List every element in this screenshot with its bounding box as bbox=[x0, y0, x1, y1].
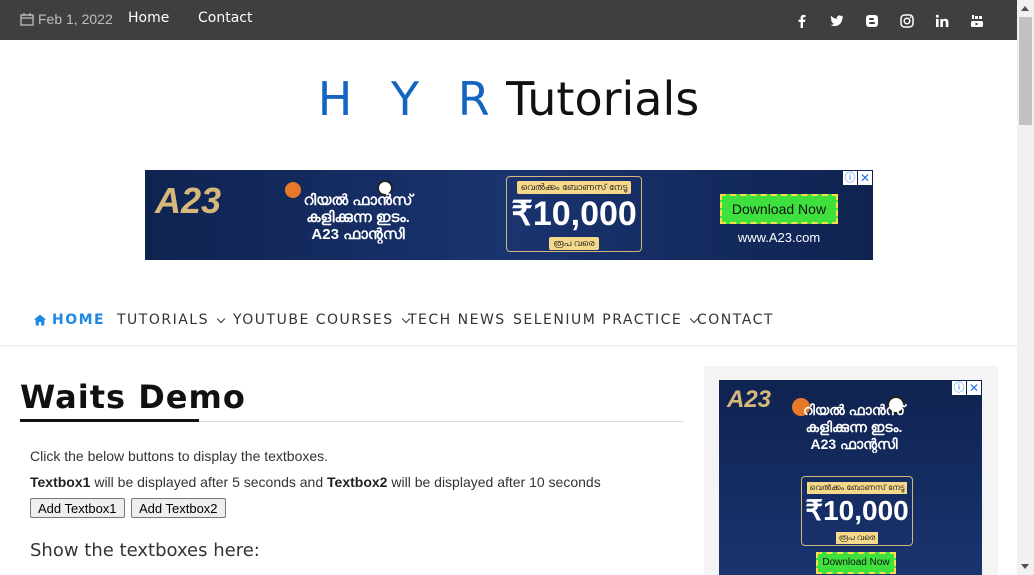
sidebar-ad-bonus-box: വെൽക്കം ബോണസ് നേടൂ ₹10,000 രൂപ വരെ bbox=[801, 476, 913, 546]
logo-part-tutorials: Tutorials bbox=[506, 72, 700, 126]
ad-tagline-line2: കളിക്കുന്ന ഇടം. bbox=[306, 209, 410, 226]
ad-bonus-suffix: രൂപ വരെ bbox=[549, 237, 599, 250]
title-underline bbox=[20, 419, 199, 422]
nav-item-youtube-courses[interactable]: YOUTUBE COURSES bbox=[233, 312, 410, 328]
main-nav: HOME TUTORIALS YOUTUBE COURSES TECH NEWS… bbox=[0, 296, 1017, 346]
timing-note-mid: will be displayed after 5 seconds and bbox=[90, 474, 328, 490]
facebook-icon[interactable] bbox=[784, 12, 819, 30]
site-logo[interactable]: H Y R Tutorials bbox=[0, 72, 1017, 126]
blogger-icon[interactable] bbox=[854, 12, 889, 30]
scroll-up-arrow-icon[interactable] bbox=[1021, 6, 1029, 11]
scrollbar-thumb[interactable] bbox=[1019, 17, 1032, 125]
sidebar-ad-bonus-amount: ₹10,000 bbox=[805, 495, 909, 526]
sidebar-ad-tagline-line1: റിയൽ ഫാൻസ് bbox=[803, 402, 905, 418]
ad-bonus-amount: ₹10,000 bbox=[511, 195, 637, 233]
nav-item-home-label: HOME bbox=[52, 312, 106, 328]
social-links bbox=[784, 12, 994, 30]
ad-tagline-line3: A23 ഫാന്റസി bbox=[311, 226, 405, 243]
nav-item-contact-label: CONTACT bbox=[697, 312, 774, 328]
nav-item-selenium-practice-label: SELENIUM PRACTICE bbox=[513, 312, 683, 328]
linkedin-icon[interactable] bbox=[924, 12, 959, 30]
sidebar-ad-close-icon[interactable]: ✕ bbox=[967, 381, 981, 395]
nav-item-contact[interactable]: CONTACT bbox=[697, 312, 774, 328]
sidebar-ad-bonus-label: വെൽക്കം ബോണസ് നേടൂ bbox=[806, 482, 908, 494]
add-textbox1-button[interactable]: Add Textbox1 bbox=[30, 498, 125, 518]
nav-item-tutorials-label: TUTORIALS bbox=[117, 312, 209, 328]
page-scrollbar[interactable] bbox=[1017, 0, 1034, 575]
date-text: Feb 1, 2022 bbox=[38, 11, 113, 27]
top-link-contact[interactable]: Contact bbox=[198, 10, 252, 26]
nav-item-tutorials[interactable]: TUTORIALS bbox=[117, 312, 226, 328]
ad-download-button[interactable]: Download Now bbox=[720, 194, 838, 224]
textbox2-label: Textbox2 bbox=[327, 474, 388, 490]
home-icon bbox=[33, 314, 47, 326]
top-link-home[interactable]: Home bbox=[128, 10, 169, 26]
ad-tagline: റിയൽ ഫാൻസ് കളിക്കുന്ന ഇടം. A23 ഫാന്റസി bbox=[293, 192, 423, 243]
nav-item-selenium-practice[interactable]: SELENIUM PRACTICE bbox=[513, 312, 699, 328]
timing-note: Textbox1 will be displayed after 5 secon… bbox=[30, 474, 601, 490]
nav-item-home[interactable]: HOME bbox=[33, 312, 105, 328]
top-bar: Feb 1, 2022 Home Contact bbox=[0, 0, 1034, 40]
banner-ad[interactable]: A23 റിയൽ ഫാൻസ് കളിക്കുന്ന ഇടം. A23 ഫാന്റ… bbox=[145, 170, 873, 260]
ad-bonus-box: വെൽക്കം ബോണസ് നേടൂ ₹10,000 രൂപ വരെ bbox=[506, 176, 642, 252]
twitter-icon[interactable] bbox=[819, 12, 854, 30]
nav-item-tech-news[interactable]: TECH NEWS bbox=[408, 312, 506, 328]
sidebar-ad-bonus-suffix: രൂപ വരെ bbox=[835, 532, 879, 544]
sidebar-ad[interactable]: A23 റിയൽ ഫാൻസ് കളിക്കുന്ന ഇടം. A23 ഫാന്റ… bbox=[719, 380, 982, 575]
calendar-icon bbox=[20, 13, 34, 26]
timing-note-end: will be displayed after 10 seconds bbox=[387, 474, 601, 490]
textbox-area-label: Show the textboxes here: bbox=[30, 540, 260, 561]
sidebar-ad-info-icon[interactable]: ⓘ bbox=[952, 381, 966, 395]
ad-url: www.A23.com bbox=[737, 230, 821, 245]
textbox1-label: Textbox1 bbox=[30, 474, 91, 490]
sidebar-ad-tagline-line3: A23 ഫാന്റസി bbox=[810, 436, 898, 452]
add-textbox2-button[interactable]: Add Textbox2 bbox=[131, 498, 226, 518]
logo-part-hyr: H Y R bbox=[317, 72, 502, 126]
sidebar-ad-tagline-line2: കളിക്കുന്ന ഇടം. bbox=[805, 419, 903, 435]
sidebar-ad-tagline: റിയൽ ഫാൻസ് കളിക്കുന്ന ഇടം. A23 ഫാന്റസി bbox=[779, 402, 929, 453]
instagram-icon[interactable] bbox=[889, 12, 924, 30]
nav-item-tech-news-label: TECH NEWS bbox=[408, 312, 506, 328]
scroll-down-arrow-icon[interactable] bbox=[1021, 564, 1029, 569]
intro-text: Click the below buttons to display the t… bbox=[30, 448, 329, 464]
ad-info-icon[interactable]: ⓘ bbox=[843, 171, 857, 185]
ad-tagline-line1: റിയൽ ഫാൻസ് bbox=[303, 192, 413, 209]
chevron-down-icon bbox=[216, 314, 226, 323]
youtube-icon[interactable] bbox=[959, 12, 994, 30]
ad-close-icon[interactable]: ✕ bbox=[858, 171, 872, 185]
sidebar-ad-brand-logo: A23 bbox=[727, 386, 772, 413]
nav-item-youtube-courses-label: YOUTUBE COURSES bbox=[233, 312, 394, 328]
ad-brand-logo: A23 bbox=[155, 180, 222, 221]
date-display: Feb 1, 2022 bbox=[20, 11, 113, 27]
ad-bonus-label: വെൽക്കം ബോണസ് നേടൂ bbox=[516, 181, 632, 194]
sidebar-ad-download-button[interactable]: Download Now bbox=[816, 552, 896, 574]
page-title: Waits Demo bbox=[20, 378, 246, 416]
